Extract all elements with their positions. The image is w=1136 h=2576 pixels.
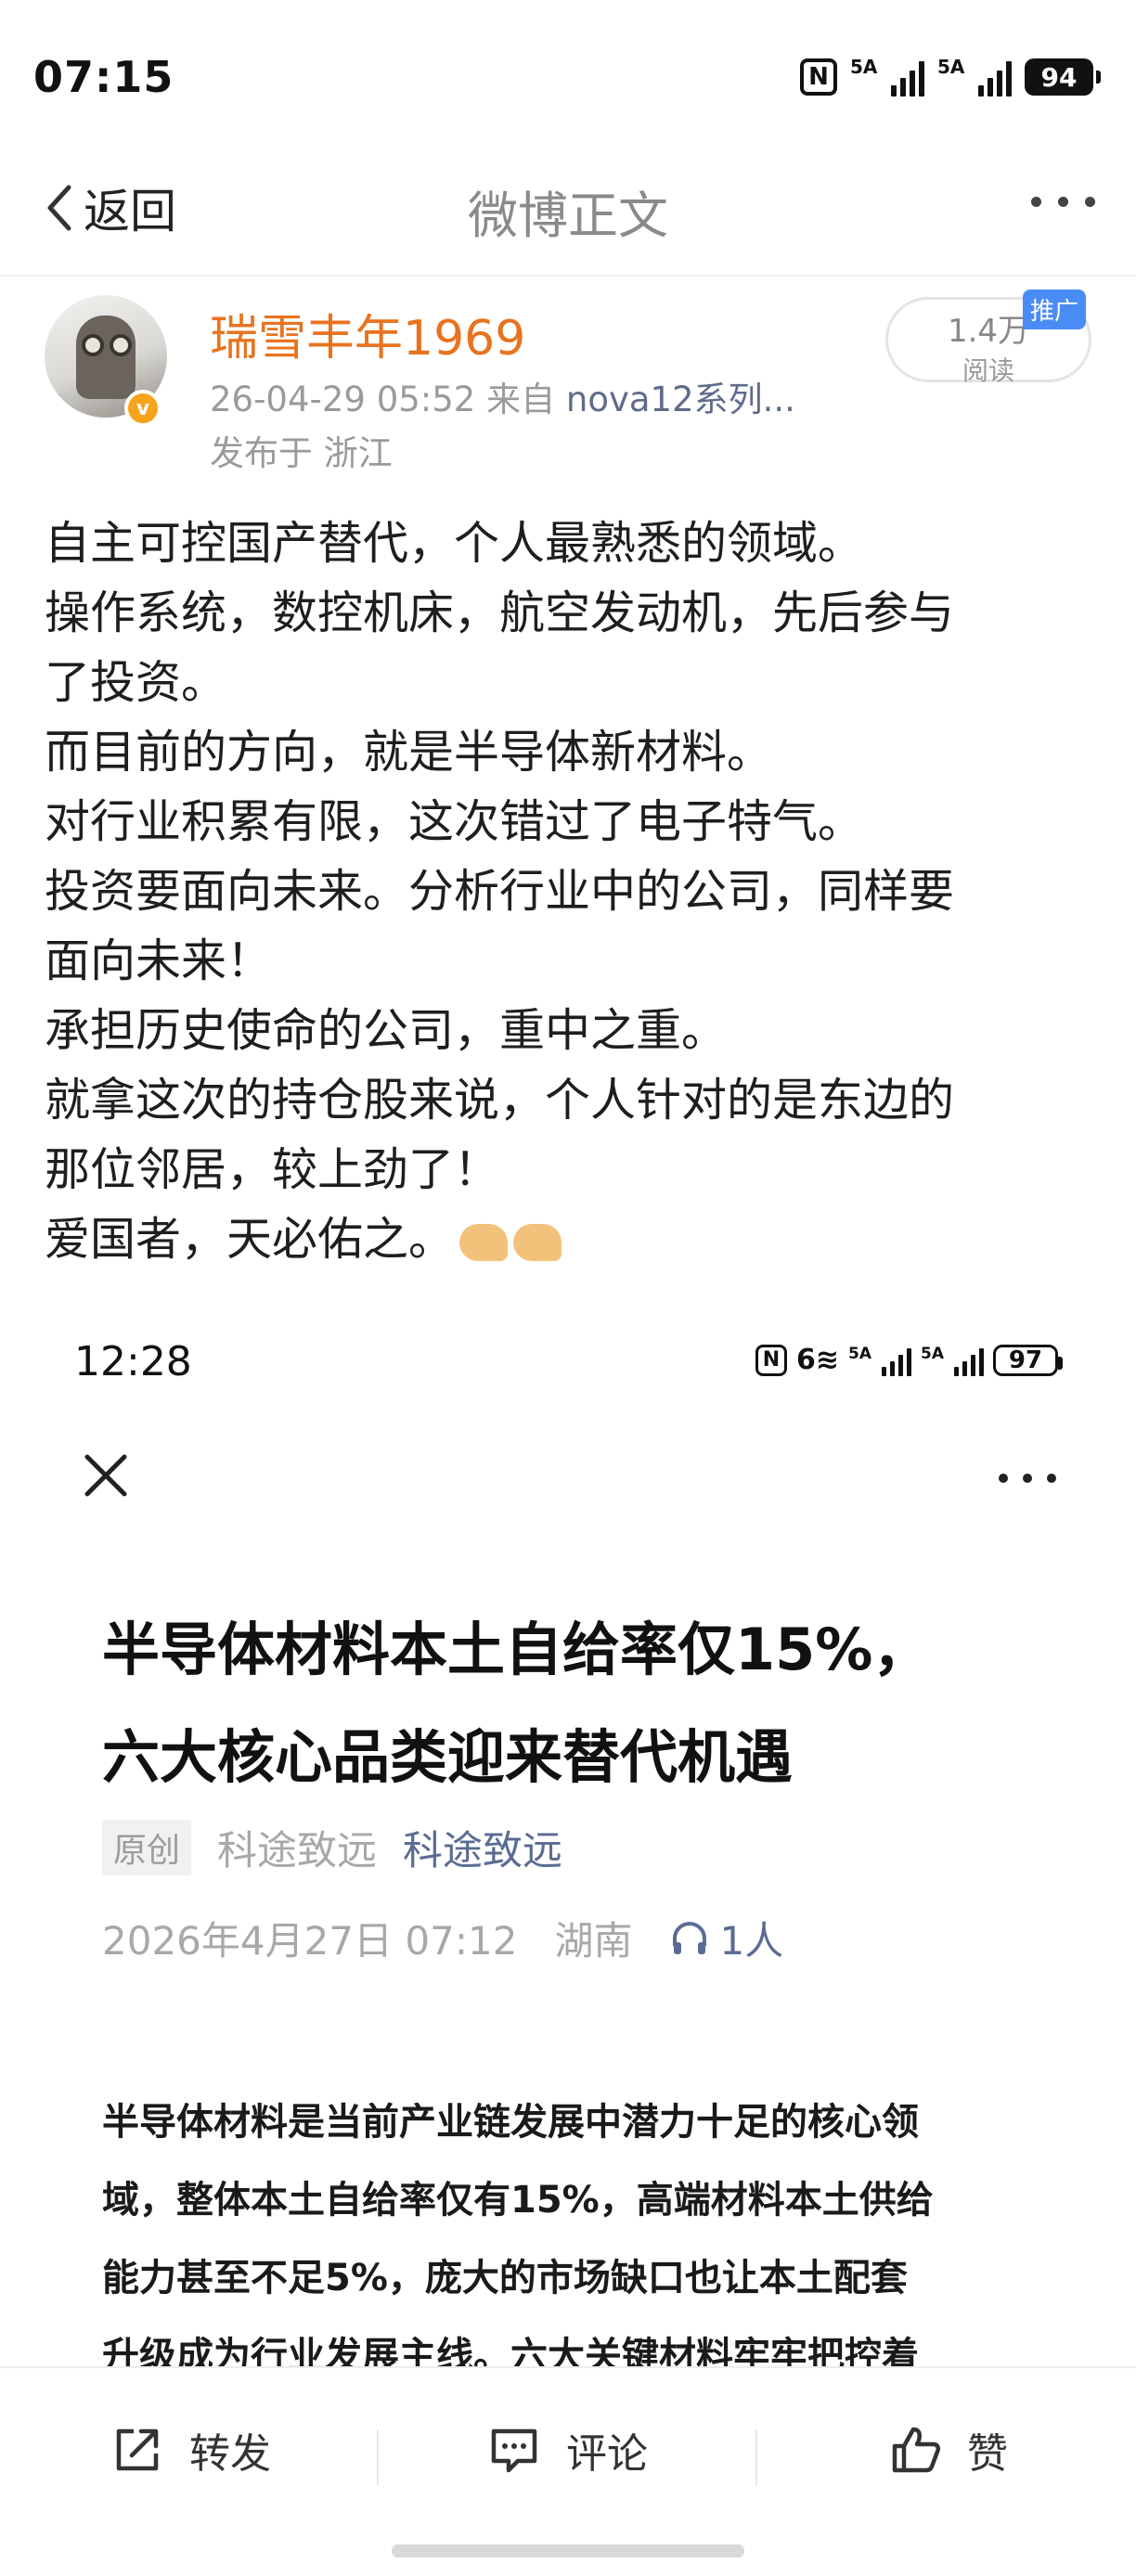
comment-button[interactable]: 评论 — [486, 2420, 648, 2479]
embedded-screenshot[interactable]: 12:28 N 6≋ 5A 5A 97 半导体材料本土自给率仅15%， 六大核心… — [0, 1299, 1136, 2377]
article-source: 科途致远 — [217, 1828, 378, 1874]
home-indicator[interactable] — [392, 2544, 744, 2557]
comment-label: 评论 — [566, 2430, 648, 2478]
folded-hands-icon — [513, 1223, 562, 1261]
wifi-label: 6 — [795, 1344, 816, 1376]
like-button[interactable]: 赞 — [887, 2420, 1008, 2479]
post-line: 面向未来！ — [45, 934, 273, 987]
comment-icon — [491, 2428, 537, 2473]
post-line: 那位邻居，较上劲了！ — [45, 1143, 500, 1196]
original-tag: 原创 — [102, 1820, 192, 1875]
verified-badge-icon: v — [124, 390, 161, 427]
sim1-label: 5A — [850, 56, 878, 78]
nfc-icon: N — [800, 58, 837, 96]
status-icons: N 5A 5A 94 — [800, 58, 1101, 97]
read-label: 阅读 — [962, 355, 1014, 386]
signal-icon-sim1: 5A — [850, 58, 924, 97]
wifi-icon: 6≋ — [795, 1344, 839, 1376]
sim1-label: 5A — [848, 1344, 871, 1363]
source-prefix: 来自 — [486, 380, 556, 419]
article-region: 湖南 — [554, 1918, 633, 1964]
page-title: 微博正文 — [468, 187, 668, 245]
post-timestamp: 26-04-29 05:52 — [210, 380, 476, 419]
paragraph-line: 域，整体本土自给率仅有15%，高端材料本土供给 — [102, 2179, 934, 2222]
paragraph-line: 半导体材料是当前产业链发展中潜力十足的核心领 — [102, 2101, 919, 2144]
battery-icon: 94 — [1025, 58, 1101, 96]
share-icon — [116, 2428, 159, 2471]
embed-status-icons: N 6≋ 5A 5A 97 — [755, 1344, 1063, 1376]
article-paragraph: 半导体材料是当前产业链发展中潜力十足的核心领 域，整体本土自给率仅有15%，高端… — [102, 2083, 1049, 2395]
post-location: 发布于 浙江 — [210, 433, 393, 473]
sim2-label: 5A — [937, 56, 965, 78]
divider — [755, 2429, 757, 2485]
headline-line: 六大核心品类迎来替代机遇 — [102, 1723, 794, 1791]
listener-count: 1人 — [719, 1918, 784, 1964]
article-byline: 原创 科途致远 科途致远 — [102, 1819, 562, 1876]
listen-button[interactable]: 1人 — [669, 1910, 783, 1966]
more-options-icon[interactable] — [999, 1474, 1056, 1483]
close-icon[interactable] — [78, 1448, 134, 1503]
headline-line: 半导体材料本土自给率仅15%， — [102, 1616, 931, 1683]
article-date: 2026年4月27日 07:12 — [102, 1918, 518, 1964]
status-time: 07:15 — [33, 52, 174, 102]
bottom-action-bar: 转发 评论 赞 — [0, 2366, 1136, 2576]
post-line: 了投资。 — [45, 656, 227, 709]
post-line: 自主可控国产替代，个人最熟悉的领域。 — [45, 517, 864, 570]
signal-icon-sim1: 5A — [848, 1345, 911, 1376]
post-line-last: 爱国者，天必佑之。 — [45, 1204, 1103, 1274]
battery-icon: 97 — [993, 1344, 1063, 1376]
sim2-label: 5A — [921, 1344, 944, 1363]
nfc-icon: N — [755, 1344, 787, 1376]
article-dateline: 2026年4月27日 07:12 湖南 1人 — [102, 1910, 783, 1966]
divider — [377, 2429, 379, 2485]
author-name[interactable]: 瑞雪丰年1969 — [210, 299, 525, 368]
post-line: 就拿这次的持仓股来说，个人针对的是东边的 — [45, 1074, 955, 1127]
post-line: 而目前的方向，就是半导体新材料。 — [45, 726, 773, 779]
post-body: 自主可控国产替代，个人最熟悉的领域。 操作系统，数控机床，航空发动机，先后参与 … — [45, 509, 1103, 1274]
thumbs-up-icon — [892, 2427, 941, 2473]
promo-tag[interactable]: 推广 — [1023, 290, 1087, 329]
paragraph-line: 能力甚至不足5%，庞大的市场缺口也让本土配套 — [102, 2257, 908, 2299]
article-headline: 半导体材料本土自给率仅15%， 六大核心品类迎来替代机遇 — [102, 1596, 1049, 1811]
headphones-icon — [673, 1921, 707, 1954]
post-line: 爱国者，天必佑之。 — [45, 1213, 455, 1266]
status-bar: 07:15 N 5A 5A 94 — [0, 0, 1136, 139]
article-account-link[interactable]: 科途致远 — [403, 1819, 562, 1876]
post-line: 承担历史使命的公司，重中之重。 — [45, 1004, 728, 1057]
post-line: 投资要面向未来。分析行业中的公司，同样要 — [45, 865, 955, 918]
like-label: 赞 — [967, 2430, 1008, 2478]
repost-button[interactable]: 转发 — [110, 2420, 271, 2479]
folded-hands-icon — [459, 1223, 509, 1261]
signal-icon-sim2: 5A — [921, 1345, 984, 1376]
post-line: 对行业积累有限，这次错过了电子特气。 — [45, 795, 864, 848]
repost-label: 转发 — [189, 2430, 271, 2478]
post-source[interactable]: nova12系列... — [566, 380, 795, 419]
post-meta: 26-04-29 05:52 来自 nova12系列... — [210, 371, 795, 421]
more-options-icon[interactable] — [1031, 197, 1095, 207]
post-header: v 瑞雪丰年1969 26-04-29 05:52 来自 nova12系列...… — [0, 278, 1136, 483]
signal-icon-sim2: 5A — [937, 58, 1012, 97]
nav-bar: 返回 微博正文 — [0, 139, 1136, 277]
post-line: 操作系统，数控机床，航空发动机，先后参与 — [45, 586, 955, 639]
embed-status-time: 12:28 — [74, 1338, 192, 1385]
